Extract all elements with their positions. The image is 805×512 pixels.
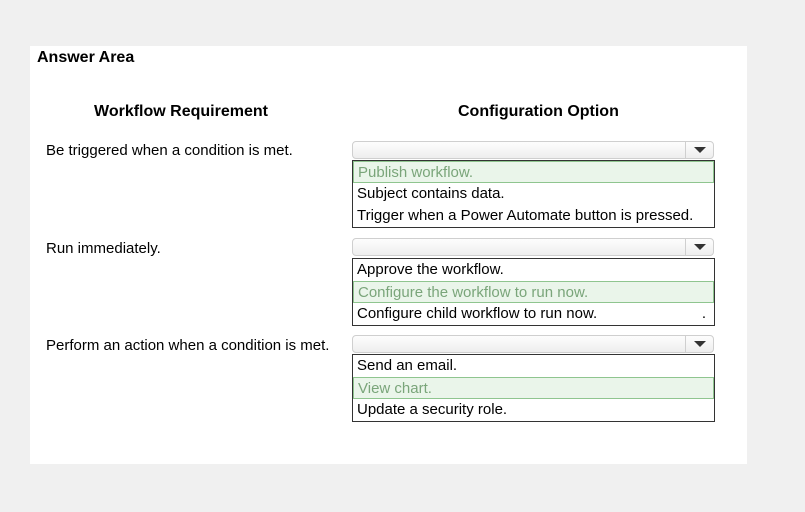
answer-area-title: Answer Area [37, 49, 135, 66]
workflow-requirement-header: Workflow Requirement [94, 103, 268, 120]
dropdown-3[interactable] [352, 335, 714, 353]
dropdown-2[interactable] [352, 238, 714, 256]
options-list-3: Send an email. View chart. Update a secu… [352, 354, 715, 422]
option-configure-child-workflow-run-now[interactable]: Configure child workflow to run now. . [353, 303, 714, 325]
requirement-2: Run immediately. [46, 240, 161, 257]
configuration-option-header: Configuration Option [458, 103, 619, 120]
option-trigger-power-automate-button[interactable]: Trigger when a Power Automate button is … [353, 205, 714, 227]
option-subject-contains-data[interactable]: Subject contains data. [353, 183, 714, 205]
options-list-2: Approve the workflow. Configure the work… [352, 258, 715, 326]
option-view-chart[interactable]: View chart. [353, 377, 714, 399]
option-approve-workflow[interactable]: Approve the workflow. [353, 259, 714, 281]
requirement-1: Be triggered when a condition is met. [46, 142, 293, 159]
chevron-down-icon[interactable] [685, 239, 713, 255]
chevron-down-icon[interactable] [685, 336, 713, 352]
trailing-mark: . [701, 305, 706, 322]
options-list-1: Publish workflow. Subject contains data.… [352, 160, 715, 228]
option-update-security-role[interactable]: Update a security role. [353, 399, 714, 421]
option-label: Configure child workflow to run now. [357, 305, 598, 322]
option-publish-workflow[interactable]: Publish workflow. [353, 161, 714, 183]
chevron-down-icon[interactable] [685, 142, 713, 158]
option-send-email[interactable]: Send an email. [353, 355, 714, 377]
dropdown-1[interactable] [352, 141, 714, 159]
requirement-3: Perform an action when a condition is me… [46, 337, 330, 354]
option-configure-workflow-run-now[interactable]: Configure the workflow to run now. [353, 281, 714, 303]
answer-area-panel: Answer Area Workflow Requirement Configu… [30, 46, 747, 464]
